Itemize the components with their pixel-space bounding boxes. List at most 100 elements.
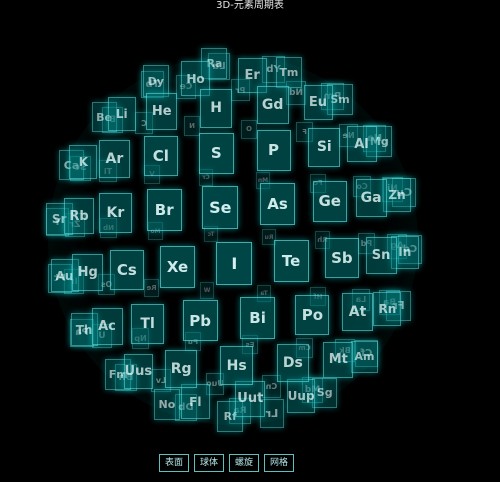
element-tile[interactable]: Sg [312,377,338,408]
element-tile[interactable]: As [260,183,295,226]
element-symbol: Sg [316,386,333,400]
element-tile[interactable]: Mt [323,341,354,378]
element-symbol: Nd [288,88,303,99]
element-symbol: He [151,103,172,119]
element-tile[interactable]: Hg [72,254,104,292]
element-symbol: S [210,144,222,163]
element-symbol: No [158,398,176,411]
element-symbol: Si [316,139,332,156]
element-tile[interactable]: Rb [64,198,95,235]
element-symbol: Am [354,350,375,364]
element-tile[interactable]: P [256,129,291,171]
element-tile[interactable]: Re [144,278,160,297]
element-sphere[interactable]: TcRuWTaMnCrMoRhReFeHfVEsPuONNbCmFPdOsNpC… [45,48,423,432]
element-symbol: Rn [378,301,397,316]
helix-view-button[interactable]: 螺旋 [229,454,260,472]
element-symbol: Al [354,136,369,152]
element-tile[interactable]: Tm [275,57,302,88]
element-symbol: Rg [170,360,192,377]
element-symbol: Sb [331,248,353,267]
element-tile[interactable]: Tl [131,303,165,344]
element-tile[interactable]: Cs [109,249,144,290]
element-tile[interactable]: I [216,242,253,286]
element-tile[interactable]: Rn [373,291,402,326]
element-tile[interactable]: K [69,145,98,180]
element-symbol: Se [209,197,232,217]
element-symbol: K [78,155,89,170]
element-tile[interactable]: Kr [98,193,132,234]
element-tile[interactable]: Bi [240,296,276,339]
element-tile[interactable]: Sn [365,236,397,274]
element-symbol: Uus [124,364,153,380]
element-symbol: Cs [116,260,137,279]
table-view-button[interactable]: 表面 [159,454,190,472]
view-controls: 表面 球体 螺旋 网格 [159,454,295,472]
element-symbol: Tm [279,66,299,79]
element-tile[interactable]: Te [273,239,309,282]
element-symbol: Lr [265,407,279,420]
element-symbol: Li [115,107,128,122]
periodic-table-page: 3D-元素周期表 TcRuWTaMnCrMoRhReFeHfVEsPuONNbC… [0,0,500,482]
element-tile[interactable]: Zn [383,178,411,213]
sphere-view-button[interactable]: 球体 [194,454,225,472]
element-symbol: Ds [282,354,303,371]
element-symbol: Ru [264,233,274,241]
element-tile[interactable]: Ga [355,179,387,218]
element-tile[interactable]: Uup [287,378,316,413]
element-tile[interactable]: Ar [98,140,130,179]
element-tile[interactable]: Li [107,97,136,132]
element-symbol: Ac [98,319,116,335]
element-symbol: Cl [152,147,169,166]
element-tile[interactable]: O [241,119,258,139]
element-tile[interactable]: No [153,389,180,420]
element-tile[interactable]: S [198,132,234,174]
element-tile[interactable]: Po [295,294,330,335]
element-tile[interactable]: Pb [182,300,218,342]
element-tile[interactable]: Am [351,340,378,373]
element-tile[interactable]: Al [346,126,377,163]
element-symbol: Te [281,251,301,270]
element-symbol: Tc [207,230,215,238]
element-symbol: H [210,100,222,117]
element-tile[interactable]: He [146,92,178,130]
element-symbol: Hs [226,357,247,374]
element-symbol: I [231,254,238,274]
element-tile[interactable]: W [199,282,214,300]
element-symbol: Hg [77,265,98,281]
element-tile[interactable]: Hs [220,346,254,386]
element-tile[interactable]: Rg [165,349,198,388]
element-symbol: Rb [69,208,89,224]
element-symbol: Au [55,268,74,283]
element-symbol: Fl [189,394,202,409]
element-tile[interactable]: Ge [312,180,347,222]
element-tile[interactable]: Cl [143,136,178,177]
element-symbol: Cn [265,382,277,392]
element-symbol: O [246,125,253,134]
element-symbol: F [302,128,307,137]
element-tile[interactable]: Ac [91,308,123,346]
element-tile[interactable]: Sb [324,237,359,278]
element-symbol: W [203,287,211,295]
element-tile[interactable]: Uut [235,380,266,417]
element-symbol: Ga [360,190,382,207]
element-symbol: Pb [189,311,211,330]
element-tile[interactable]: Si [308,127,341,167]
element-tile[interactable]: Gd [256,86,289,125]
element-symbol: Gd [261,97,284,114]
element-symbol: Sm [330,92,350,106]
element-symbol: Br [154,201,174,220]
element-tile[interactable]: Uus [123,354,153,390]
element-tile[interactable]: Se [202,185,239,229]
element-tile[interactable]: Fl [180,384,210,419]
element-symbol: Po [301,305,324,324]
element-symbol: Uup [287,388,315,403]
element-tile[interactable]: Eu [303,84,333,120]
element-tile[interactable]: Br [146,189,182,232]
element-tile[interactable]: Xe [160,245,195,288]
grid-view-button[interactable]: 网格 [264,454,295,472]
element-symbol: Uut [237,391,264,407]
element-tile[interactable]: Ds [276,343,309,382]
element-symbol: At [348,303,367,320]
element-tile[interactable]: At [342,292,373,331]
element-tile[interactable]: H [200,88,233,128]
